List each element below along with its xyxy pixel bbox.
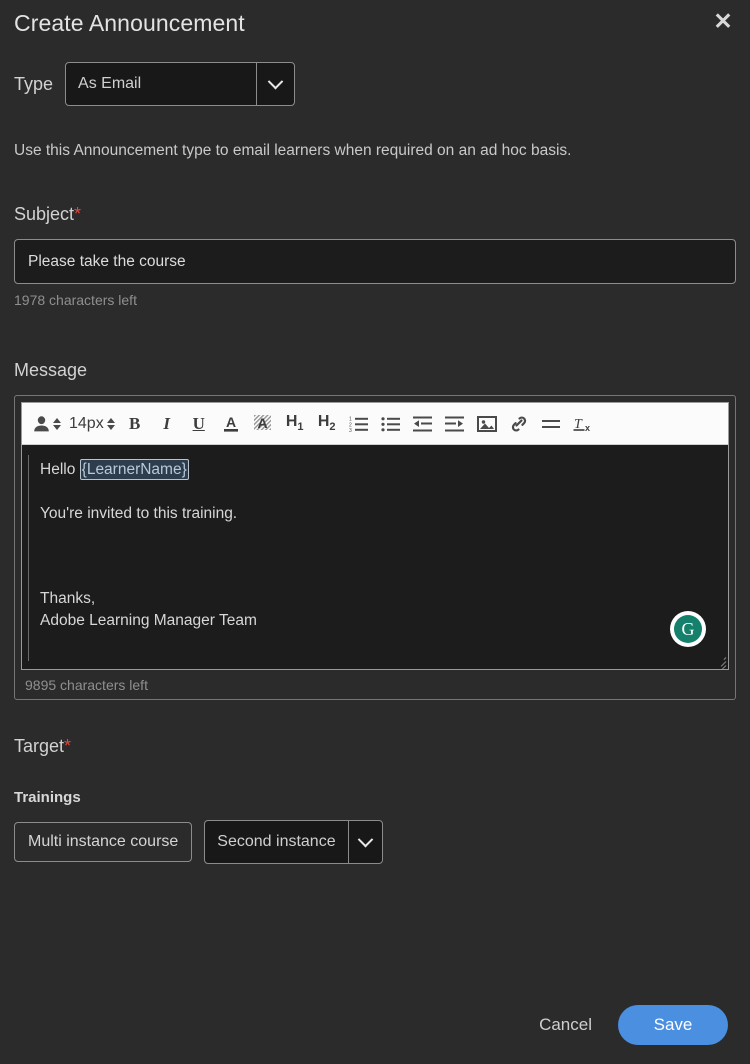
message-editor-frame: 14px B I U A A H1 H2 1 2 3 T x Hello {Le…	[21, 402, 729, 670]
heading-1-button[interactable]: H1	[280, 407, 310, 441]
trainings-label: Trainings	[14, 789, 81, 806]
font-size-value: 14px	[69, 414, 104, 432]
message-editor-container: 14px B I U A A H1 H2 1 2 3 T x Hello {Le…	[14, 395, 736, 700]
rich-text-toolbar: 14px B I U A A H1 H2 1 2 3 T x	[22, 403, 728, 445]
heading-1-label: H1	[285, 413, 304, 434]
subject-label-text: Subject	[14, 204, 75, 224]
required-asterisk: *	[74, 204, 82, 224]
message-label: Message	[14, 360, 736, 381]
message-line-2: You're invited to this training.	[40, 505, 238, 523]
type-help-text: Use this Announcement type to email lear…	[14, 142, 572, 159]
font-size-stepper-arrows[interactable]	[106, 417, 115, 430]
target-label: Target*	[14, 736, 736, 757]
cancel-button[interactable]: Cancel	[539, 1015, 592, 1035]
svg-text:A: A	[226, 414, 236, 430]
italic-label: I	[163, 413, 171, 433]
dialog-body: Type As Email Use this Announcement type…	[0, 62, 750, 864]
instance-select[interactable]: Second instance	[204, 820, 383, 864]
create-announcement-dialog: Create Announcement ✕ Type As Email Use …	[0, 0, 750, 1064]
editor-resize-handle[interactable]	[713, 654, 727, 669]
type-select-value: As Email	[78, 75, 142, 92]
dialog-footer: Cancel Save	[0, 998, 750, 1064]
underline-button[interactable]: U	[184, 407, 214, 441]
page-title: Create Announcement	[14, 10, 245, 36]
type-select[interactable]: As Email	[65, 62, 296, 106]
heading-2-label: H2	[317, 413, 336, 434]
instance-select-value: Second instance	[217, 833, 336, 850]
insert-image-button[interactable]	[472, 407, 502, 441]
greeting-text: Hello	[40, 461, 80, 478]
align-button[interactable]	[536, 407, 566, 441]
chevron-down-icon[interactable]	[256, 63, 294, 105]
underline-label: U	[192, 413, 205, 433]
message-label-text: Message	[14, 360, 88, 380]
close-icon[interactable]: ✕	[708, 6, 738, 36]
subject-chars-left: 1978 characters left	[14, 292, 137, 308]
insert-variable-icon[interactable]	[30, 415, 64, 433]
editor-cursor-bar	[28, 455, 29, 661]
chevron-down-icon-instance[interactable]	[347, 821, 382, 863]
target-required-asterisk: *	[64, 736, 72, 756]
message-signature: Adobe Learning Manager Team	[40, 612, 257, 630]
target-label-text: Target	[14, 736, 65, 756]
grammarly-badge-letter: G	[674, 615, 702, 643]
indent-button[interactable]	[440, 407, 470, 441]
message-body[interactable]: Hello {LearnerName} You're invited to th…	[22, 445, 728, 669]
message-chars-left: 9895 characters left	[25, 677, 148, 693]
bold-button[interactable]: B	[120, 407, 150, 441]
type-label: Type	[14, 73, 54, 94]
subject-input[interactable]	[14, 239, 736, 284]
outdent-button[interactable]	[408, 407, 438, 441]
subject-label: Subject*	[14, 204, 736, 225]
trainings-row: Multi instance course Second instance	[14, 820, 736, 864]
clear-formatting-button[interactable]: T x	[568, 407, 598, 441]
dialog-header: Create Announcement ✕	[0, 0, 750, 44]
svg-text:3: 3	[349, 428, 352, 433]
message-sign-off: Thanks,	[40, 589, 96, 607]
training-chip[interactable]: Multi instance course	[14, 822, 193, 862]
insert-link-button[interactable]	[504, 407, 534, 441]
save-button[interactable]: Save	[618, 1005, 728, 1045]
highlight-color-button[interactable]: A	[248, 407, 278, 441]
svg-text:A: A	[258, 415, 268, 431]
font-color-button[interactable]: A	[216, 407, 246, 441]
message-line-greeting: Hello {LearnerName}	[40, 459, 712, 481]
svg-text:x: x	[585, 423, 590, 433]
bold-label: B	[129, 413, 141, 433]
heading-2-button[interactable]: H2	[312, 407, 342, 441]
unordered-list-button[interactable]	[376, 407, 406, 441]
grammarly-icon[interactable]: G	[670, 611, 706, 647]
type-row: Type As Email	[14, 62, 736, 106]
variable-stepper-arrows[interactable]	[53, 417, 61, 430]
ordered-list-button[interactable]: 1 2 3	[344, 407, 374, 441]
learner-name-token[interactable]: {LearnerName}	[79, 459, 189, 481]
italic-button[interactable]: I	[152, 407, 182, 441]
font-size-stepper[interactable]: 14px	[66, 415, 118, 433]
